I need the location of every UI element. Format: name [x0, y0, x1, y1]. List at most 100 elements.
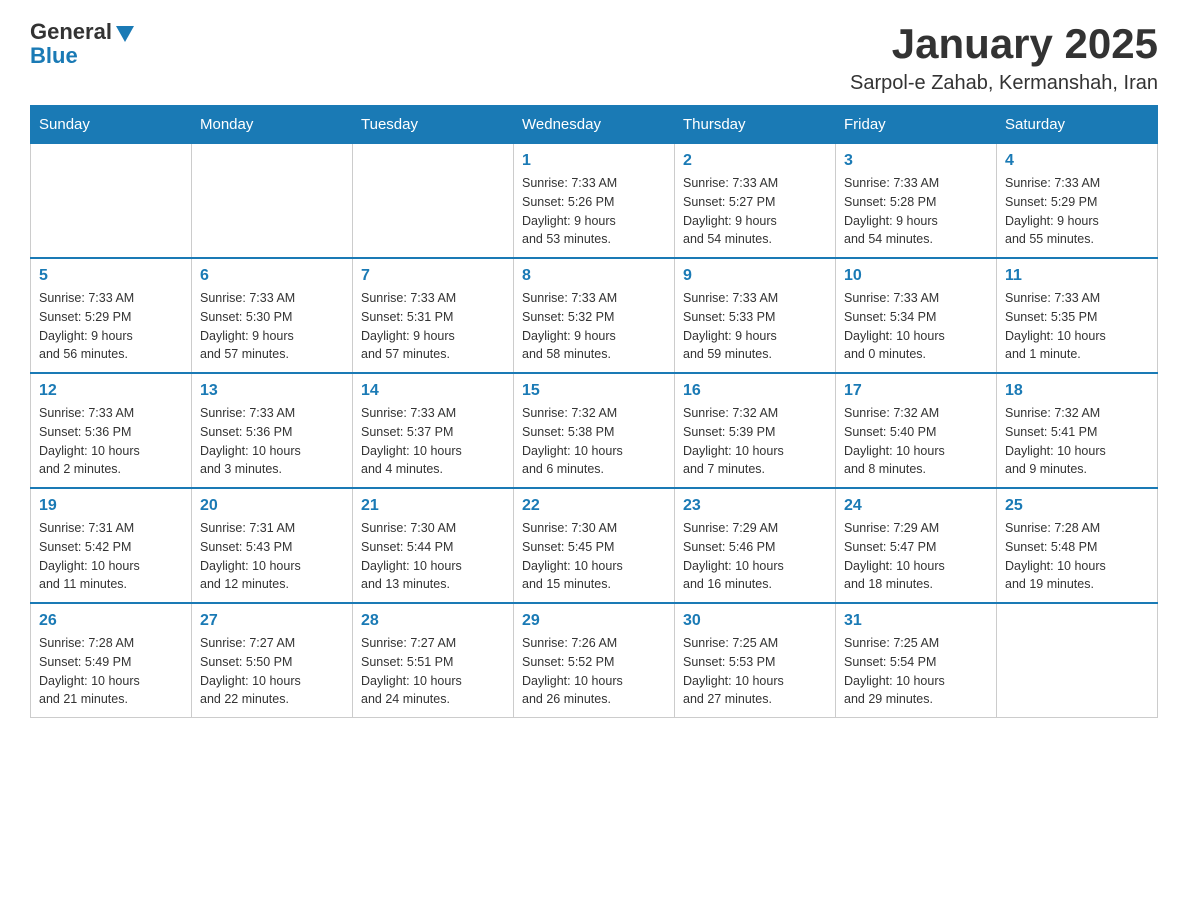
table-row: 28 Sunrise: 7:27 AMSunset: 5:51 PMDayligh…	[353, 603, 514, 718]
day-info: Sunrise: 7:25 AMSunset: 5:53 PMDaylight:…	[683, 634, 827, 709]
day-info: Sunrise: 7:33 AMSunset: 5:35 PMDaylight:…	[1005, 289, 1149, 364]
table-row: 26 Sunrise: 7:28 AMSunset: 5:49 PMDayligh…	[31, 603, 192, 718]
day-info: Sunrise: 7:33 AMSunset: 5:26 PMDaylight:…	[522, 174, 666, 249]
table-row: 12 Sunrise: 7:33 AMSunset: 5:36 PMDayligh…	[31, 373, 192, 488]
day-number: 27	[200, 612, 344, 630]
calendar-week-row: 1 Sunrise: 7:33 AMSunset: 5:26 PMDaylight…	[31, 144, 1158, 259]
calendar-title: January 2025	[850, 20, 1158, 68]
table-row: 30Sunrise: 7:25 AMSunset: 5:53 PMDayligh…	[675, 603, 836, 718]
day-info: Sunrise: 7:33 AMSunset: 5:30 PMDaylight:…	[200, 289, 344, 364]
day-info: Sunrise: 7:28 AMSunset: 5:49 PMDaylight:…	[39, 634, 183, 709]
page-header: General Blue January 2025 Sarpol-e Zahab…	[30, 20, 1158, 95]
calendar-week-row: 12 Sunrise: 7:33 AMSunset: 5:36 PMDayligh…	[31, 373, 1158, 488]
day-number: 14	[361, 382, 505, 400]
table-row: 29 Sunrise: 7:26 AMSunset: 5:52 PMDayligh…	[514, 603, 675, 718]
day-info: Sunrise: 7:30 AMSunset: 5:45 PMDaylight:…	[522, 519, 666, 594]
col-header-saturday: Saturday	[997, 106, 1158, 144]
table-row: 20 Sunrise: 7:31 AMSunset: 5:43 PMDayligh…	[192, 488, 353, 603]
table-row: 13 Sunrise: 7:33 AMSunset: 5:36 PMDayligh…	[192, 373, 353, 488]
day-number: 12	[39, 382, 183, 400]
calendar-week-row: 26 Sunrise: 7:28 AMSunset: 5:49 PMDayligh…	[31, 603, 1158, 718]
day-number: 3	[844, 152, 988, 170]
logo-blue-text: Blue	[30, 44, 78, 68]
table-row	[31, 144, 192, 259]
logo-triangle-icon	[114, 22, 136, 44]
day-number: 22	[522, 497, 666, 515]
table-row: 18 Sunrise: 7:32 AMSunset: 5:41 PMDayligh…	[997, 373, 1158, 488]
day-info: Sunrise: 7:27 AMSunset: 5:50 PMDaylight:…	[200, 634, 344, 709]
day-info: Sunrise: 7:33 AMSunset: 5:36 PMDaylight:…	[200, 404, 344, 479]
table-row: 14 Sunrise: 7:33 AMSunset: 5:37 PMDayligh…	[353, 373, 514, 488]
day-number: 17	[844, 382, 988, 400]
day-number: 15	[522, 382, 666, 400]
calendar-table: SundayMondayTuesdayWednesdayThursdayFrid…	[30, 105, 1158, 718]
day-info: Sunrise: 7:26 AMSunset: 5:52 PMDaylight:…	[522, 634, 666, 709]
day-info: Sunrise: 7:33 AMSunset: 5:29 PMDaylight:…	[1005, 174, 1149, 249]
col-header-thursday: Thursday	[675, 106, 836, 144]
day-number: 7	[361, 267, 505, 285]
day-number: 18	[1005, 382, 1149, 400]
col-header-wednesday: Wednesday	[514, 106, 675, 144]
table-row: 8 Sunrise: 7:33 AMSunset: 5:32 PMDaylight…	[514, 258, 675, 373]
day-number: 28	[361, 612, 505, 630]
day-info: Sunrise: 7:33 AMSunset: 5:36 PMDaylight:…	[39, 404, 183, 479]
day-number: 9	[683, 267, 827, 285]
table-row: 21 Sunrise: 7:30 AMSunset: 5:44 PMDayligh…	[353, 488, 514, 603]
day-number: 26	[39, 612, 183, 630]
day-number: 25	[1005, 497, 1149, 515]
table-row	[997, 603, 1158, 718]
calendar-week-row: 5Sunrise: 7:33 AMSunset: 5:29 PMDaylight…	[31, 258, 1158, 373]
day-info: Sunrise: 7:31 AMSunset: 5:42 PMDaylight:…	[39, 519, 183, 594]
day-number: 6	[200, 267, 344, 285]
table-row: 25 Sunrise: 7:28 AMSunset: 5:48 PMDayligh…	[997, 488, 1158, 603]
table-row: 4 Sunrise: 7:33 AMSunset: 5:29 PMDaylight…	[997, 144, 1158, 259]
day-number: 2	[683, 152, 827, 170]
day-info: Sunrise: 7:33 AMSunset: 5:34 PMDaylight:…	[844, 289, 988, 364]
day-number: 13	[200, 382, 344, 400]
table-row: 5Sunrise: 7:33 AMSunset: 5:29 PMDaylight…	[31, 258, 192, 373]
day-number: 20	[200, 497, 344, 515]
day-info: Sunrise: 7:30 AMSunset: 5:44 PMDaylight:…	[361, 519, 505, 594]
day-info: Sunrise: 7:33 AMSunset: 5:32 PMDaylight:…	[522, 289, 666, 364]
day-info: Sunrise: 7:32 AMSunset: 5:38 PMDaylight:…	[522, 404, 666, 479]
day-info: Sunrise: 7:31 AMSunset: 5:43 PMDaylight:…	[200, 519, 344, 594]
table-row: 7Sunrise: 7:33 AMSunset: 5:31 PMDaylight…	[353, 258, 514, 373]
col-header-sunday: Sunday	[31, 106, 192, 144]
day-number: 4	[1005, 152, 1149, 170]
col-header-tuesday: Tuesday	[353, 106, 514, 144]
day-number: 10	[844, 267, 988, 285]
day-info: Sunrise: 7:33 AMSunset: 5:37 PMDaylight:…	[361, 404, 505, 479]
table-row: 3 Sunrise: 7:33 AMSunset: 5:28 PMDaylight…	[836, 144, 997, 259]
table-row: 22 Sunrise: 7:30 AMSunset: 5:45 PMDayligh…	[514, 488, 675, 603]
table-row: 2 Sunrise: 7:33 AMSunset: 5:27 PMDaylight…	[675, 144, 836, 259]
day-number: 16	[683, 382, 827, 400]
table-row: 1 Sunrise: 7:33 AMSunset: 5:26 PMDaylight…	[514, 144, 675, 259]
table-row: 16 Sunrise: 7:32 AMSunset: 5:39 PMDayligh…	[675, 373, 836, 488]
table-row: 6 Sunrise: 7:33 AMSunset: 5:30 PMDaylight…	[192, 258, 353, 373]
title-section: January 2025 Sarpol-e Zahab, Kermanshah,…	[850, 20, 1158, 95]
day-number: 24	[844, 497, 988, 515]
day-number: 31	[844, 612, 988, 630]
calendar-subtitle: Sarpol-e Zahab, Kermanshah, Iran	[850, 72, 1158, 95]
calendar-week-row: 19Sunrise: 7:31 AMSunset: 5:42 PMDayligh…	[31, 488, 1158, 603]
table-row: 24Sunrise: 7:29 AMSunset: 5:47 PMDayligh…	[836, 488, 997, 603]
day-info: Sunrise: 7:33 AMSunset: 5:28 PMDaylight:…	[844, 174, 988, 249]
table-row: 15 Sunrise: 7:32 AMSunset: 5:38 PMDayligh…	[514, 373, 675, 488]
day-info: Sunrise: 7:33 AMSunset: 5:33 PMDaylight:…	[683, 289, 827, 364]
day-number: 21	[361, 497, 505, 515]
day-info: Sunrise: 7:33 AMSunset: 5:27 PMDaylight:…	[683, 174, 827, 249]
day-info: Sunrise: 7:28 AMSunset: 5:48 PMDaylight:…	[1005, 519, 1149, 594]
day-info: Sunrise: 7:32 AMSunset: 5:39 PMDaylight:…	[683, 404, 827, 479]
day-info: Sunrise: 7:27 AMSunset: 5:51 PMDaylight:…	[361, 634, 505, 709]
day-info: Sunrise: 7:29 AMSunset: 5:46 PMDaylight:…	[683, 519, 827, 594]
logo: General Blue	[30, 20, 136, 68]
day-number: 1	[522, 152, 666, 170]
day-number: 8	[522, 267, 666, 285]
day-info: Sunrise: 7:25 AMSunset: 5:54 PMDaylight:…	[844, 634, 988, 709]
day-number: 5	[39, 267, 183, 285]
day-number: 29	[522, 612, 666, 630]
day-info: Sunrise: 7:32 AMSunset: 5:41 PMDaylight:…	[1005, 404, 1149, 479]
table-row: 9 Sunrise: 7:33 AMSunset: 5:33 PMDaylight…	[675, 258, 836, 373]
col-header-friday: Friday	[836, 106, 997, 144]
table-row: 11Sunrise: 7:33 AMSunset: 5:35 PMDayligh…	[997, 258, 1158, 373]
